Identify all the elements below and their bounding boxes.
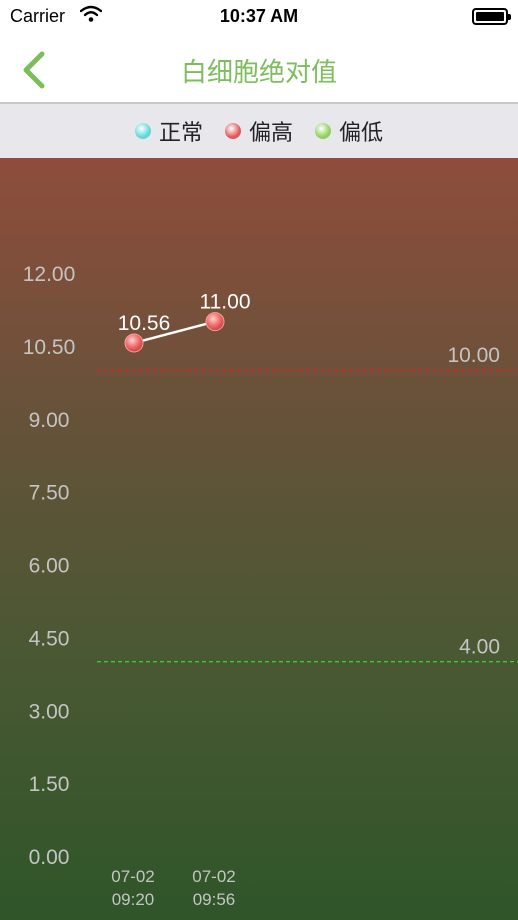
legend: 正常 偏高 偏低 [0,104,518,158]
chart-area: 12.00 10.50 9.00 7.50 6.00 4.50 3.00 1.50 0.00 1… [0,158,518,920]
clock: 10:37 AM [219,6,299,26]
data-point[interactable] [124,333,144,353]
legend-label-high: 偏高 [248,120,293,145]
x-tick-time: 09:20 [112,890,155,909]
legend-label-normal: 正常 [158,120,203,145]
normal-dot-icon [134,123,151,139]
y-tick-label: 12.00 [23,263,76,286]
legend-item-low: 偏低 [315,115,383,147]
y-tick-label: 0.00 [29,846,70,869]
y-tick-label: 7.50 [29,482,70,505]
y-tick-label: 9.00 [29,409,70,432]
status-bar: Carrier 10:37 AM [0,0,518,36]
y-tick-label: 6.00 [29,555,70,578]
x-tick-time: 09:56 [193,890,236,909]
legend-label-low: 偏低 [339,120,384,145]
high-dot-icon [224,123,241,139]
data-value-label: 11.00 [200,291,251,314]
y-tick-label: 4.50 [29,627,70,650]
data-value-label: 10.56 [118,312,171,335]
data-point[interactable] [205,312,225,332]
x-tick-date: 07-02 [111,867,154,886]
lower-limit-label: 4.00 [459,636,500,659]
upper-limit-label: 10.00 [447,344,500,367]
y-tick-label: 1.50 [29,773,70,796]
legend-item-normal: 正常 [134,115,203,147]
y-tick-label: 3.00 [29,700,70,723]
legend-item-high: 偏高 [224,115,293,147]
battery-icon [472,8,511,25]
y-tick-label: 10.50 [23,336,76,359]
low-dot-icon [315,123,331,139]
x-tick-date: 07-02 [192,867,235,886]
navigation-bar: 白细胞绝对值 [0,36,518,104]
page-title: 白细胞绝对值 [180,57,337,87]
line-chart: 12.00 10.50 9.00 7.50 6.00 4.50 3.00 1.50 0.00 1… [23,263,518,909]
